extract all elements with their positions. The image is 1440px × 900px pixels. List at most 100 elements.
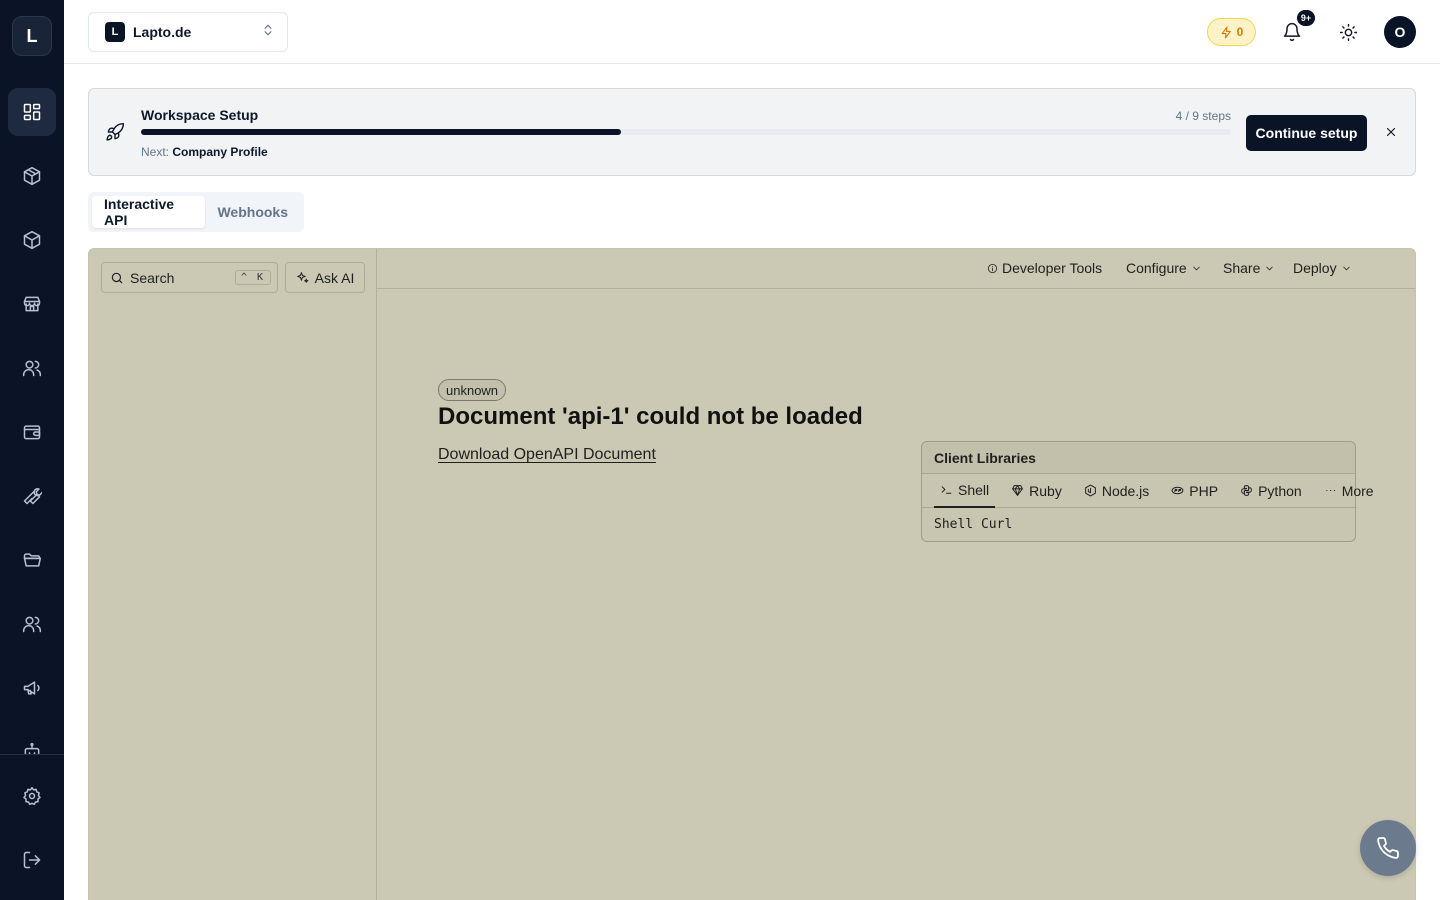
setup-progress-fill	[141, 129, 621, 135]
developer-tools-label: Developer Tools	[1002, 260, 1103, 276]
api-search-input[interactable]: Search ^ K	[101, 262, 278, 293]
store-icon	[23, 296, 41, 312]
lib-tab-ruby[interactable]: Ruby	[1005, 474, 1068, 508]
megaphone-icon	[23, 681, 40, 695]
notification-count-badge: 9+	[1297, 10, 1315, 26]
logout-icon	[23, 851, 41, 869]
settings-icon	[23, 786, 41, 806]
top-header: L Lapto.de 0 9+ O	[64, 0, 1440, 64]
setup-title: Workspace Setup	[141, 107, 259, 123]
continue-setup-button[interactable]: Continue setup	[1246, 115, 1367, 151]
ask-ai-button[interactable]: Ask AI	[285, 262, 365, 293]
developer-tools-button[interactable]: Developer Tools	[987, 260, 1102, 276]
share-label: Share	[1223, 260, 1261, 276]
sidebar-divider	[0, 754, 64, 755]
status-badge: unknown	[438, 379, 507, 401]
sidebar-item-customers[interactable]	[8, 344, 56, 392]
chevron-down-icon	[1342, 266, 1350, 270]
info-icon	[987, 263, 998, 273]
package-icon	[23, 166, 41, 186]
api-tabs: Interactive API Webhooks	[88, 192, 304, 232]
lib-tab-label: More	[1341, 482, 1374, 499]
wallet-icon	[23, 425, 41, 440]
sidebar-item-automation[interactable]	[8, 728, 56, 754]
workspace-badge: L	[105, 22, 125, 42]
client-library-code: Shell Curl	[934, 517, 1013, 532]
client-libraries-card: Client Libraries Shell Ruby Node.js PHP …	[921, 441, 1374, 542]
sidebar-item-store[interactable]	[8, 280, 56, 328]
sidebar-item-marketing[interactable]	[8, 664, 56, 712]
lib-tab-label: Shell	[958, 481, 990, 498]
app-logo[interactable]: L	[12, 16, 52, 56]
folder-icon	[23, 553, 42, 567]
credits-count: 0	[1236, 25, 1244, 39]
deploy-dropdown[interactable]: Deploy	[1293, 260, 1352, 276]
configure-dropdown[interactable]: Configure	[1126, 260, 1202, 276]
php-icon	[1171, 486, 1184, 495]
client-library-tabs: Shell Ruby Node.js PHP Python More	[922, 474, 1374, 508]
lib-tab-shell[interactable]: Shell	[934, 474, 996, 508]
close-icon	[1386, 127, 1396, 137]
team-icon	[22, 616, 42, 633]
sidebar-item-settings[interactable]	[8, 772, 56, 820]
search-shortcut: ^ K	[234, 270, 271, 285]
sidebar-item-wallet[interactable]	[8, 408, 56, 456]
lib-tab-more[interactable]: More	[1318, 474, 1380, 508]
search-icon	[111, 272, 123, 283]
client-libraries-title: Client Libraries	[922, 442, 1355, 474]
sun-icon	[1339, 23, 1357, 41]
search-placeholder: Search	[130, 269, 175, 286]
api-toolbar: Developer Tools Configure Share Deploy	[377, 249, 1415, 289]
credits-badge[interactable]: 0	[1207, 18, 1256, 46]
rocket-icon	[105, 122, 125, 147]
terminal-icon	[941, 486, 952, 494]
lib-tab-label: Python	[1258, 482, 1302, 499]
deploy-label: Deploy	[1293, 260, 1337, 276]
bell-icon	[1283, 22, 1301, 42]
setup-steps-count: 4 / 9 steps	[1175, 109, 1231, 123]
api-reference-panel: Search ^ K Ask AI Developer Tools Config…	[88, 248, 1416, 900]
lightning-icon	[1221, 26, 1231, 38]
sidebar-item-team[interactable]	[8, 600, 56, 648]
python-icon	[1241, 485, 1252, 496]
sidebar: L	[0, 0, 64, 900]
sidebar-item-files[interactable]	[8, 536, 56, 584]
lib-tab-nodejs[interactable]: Node.js	[1078, 474, 1155, 508]
tab-interactive-api[interactable]: Interactive API	[92, 196, 206, 228]
bot-icon	[24, 742, 40, 754]
lib-tab-label: Node.js	[1101, 482, 1150, 499]
workspace-name: Lapto.de	[133, 24, 192, 40]
sidebar-item-inventory[interactable]	[8, 216, 56, 264]
lib-tab-python[interactable]: Python	[1234, 474, 1308, 508]
ruby-icon	[1012, 485, 1024, 496]
user-avatar[interactable]: O	[1384, 16, 1416, 48]
dashboard-icon	[23, 103, 41, 121]
users-icon	[22, 360, 42, 377]
call-support-button[interactable]	[1360, 820, 1416, 876]
workspace-setup-banner: Workspace Setup 4 / 9 steps Next: Compan…	[88, 88, 1416, 176]
sidebar-item-dashboard[interactable]	[8, 88, 56, 136]
lib-tab-label: Ruby	[1029, 482, 1062, 499]
api-sidebar: Search ^ K Ask AI	[89, 249, 377, 900]
tab-webhooks[interactable]: Webhooks	[205, 196, 300, 228]
share-dropdown[interactable]: Share	[1223, 260, 1275, 276]
download-openapi-link[interactable]: Download OpenAPI Document	[438, 446, 656, 464]
chevrons-up-down-icon	[261, 23, 275, 42]
theme-toggle-button[interactable]	[1336, 20, 1360, 44]
more-icon	[1325, 490, 1335, 491]
sidebar-item-tools[interactable]	[8, 472, 56, 520]
sparkle-icon	[296, 272, 309, 283]
lib-tab-php[interactable]: PHP	[1165, 474, 1224, 508]
lib-tab-label: PHP	[1189, 482, 1219, 499]
workspace-selector[interactable]: L Lapto.de	[88, 12, 288, 52]
chevron-down-icon	[1266, 266, 1274, 270]
sidebar-item-products[interactable]	[8, 152, 56, 200]
sidebar-item-logout[interactable]	[8, 836, 56, 884]
dismiss-setup-button[interactable]	[1382, 123, 1400, 141]
box-icon	[23, 230, 41, 250]
nodejs-icon	[1084, 484, 1096, 497]
ask-ai-label: Ask AI	[314, 269, 355, 286]
setup-next-step: Next: Company Profile	[141, 145, 268, 159]
wrench-icon	[23, 488, 42, 505]
configure-label: Configure	[1126, 260, 1187, 276]
